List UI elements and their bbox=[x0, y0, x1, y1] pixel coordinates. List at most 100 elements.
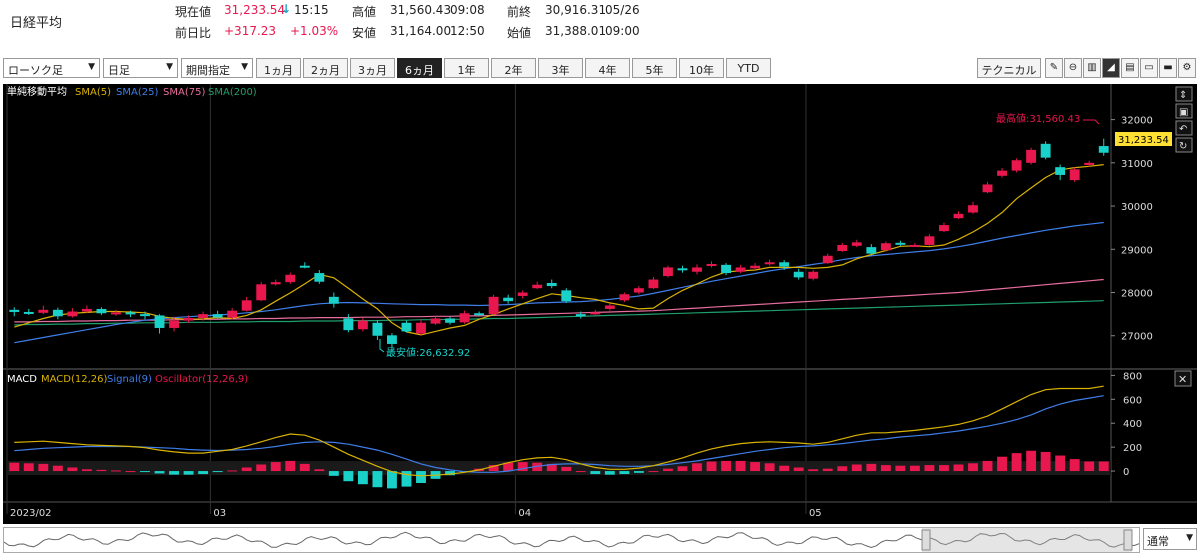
candle-body bbox=[67, 311, 78, 317]
candle-body bbox=[721, 264, 731, 274]
oscillator-bar bbox=[866, 463, 877, 472]
legend-sma200: SMA(200) bbox=[208, 87, 257, 98]
oscillator-bar bbox=[706, 461, 717, 472]
pencil-icon[interactable]: ✎ bbox=[1045, 58, 1063, 78]
candle-body bbox=[227, 310, 238, 318]
navigator-left-handle[interactable] bbox=[921, 529, 931, 551]
candle-body bbox=[750, 265, 761, 269]
candle-body bbox=[38, 309, 49, 313]
macd-tick-label: 400 bbox=[1123, 419, 1142, 430]
open-label: 始値 bbox=[507, 26, 532, 40]
oscillator-bar bbox=[924, 465, 935, 472]
oscillator-bar bbox=[1011, 453, 1022, 472]
price-tick-label: 29000 bbox=[1121, 245, 1153, 256]
period-button-3[interactable]: 6ヵ月 bbox=[397, 58, 442, 78]
navigator-window[interactable] bbox=[922, 528, 1132, 552]
candle-body bbox=[474, 313, 485, 316]
quote-header: 日経平均 現在値 31,233.54 ↓ 15:15 前日比 +317.23 +… bbox=[0, 0, 1200, 52]
candle-body bbox=[111, 312, 121, 315]
high-label: 高値 bbox=[352, 5, 377, 19]
oscillator-bar bbox=[183, 471, 194, 475]
candle-body bbox=[1069, 169, 1080, 181]
print-icon[interactable]: ▤ bbox=[1121, 58, 1139, 78]
technical-button[interactable]: テクニカル bbox=[977, 58, 1041, 78]
folder-icon[interactable]: ▬ bbox=[1159, 58, 1177, 78]
candle-body bbox=[503, 297, 514, 302]
candle-body bbox=[372, 322, 383, 336]
oscillator-bar bbox=[38, 463, 49, 472]
min-price-label: 最安値:26,632.92 bbox=[386, 346, 470, 359]
oscillator-bar bbox=[299, 463, 310, 472]
scale-mode-select[interactable]: 通常 ▼ bbox=[1143, 528, 1197, 550]
oscillator-bar bbox=[1040, 451, 1051, 472]
candle-body bbox=[851, 242, 862, 246]
oscillator-bar bbox=[604, 471, 615, 475]
chart-area[interactable]: 27000 28000 29000 30000 31000 32000 0 200 400 600… bbox=[3, 84, 1197, 524]
candle-body bbox=[793, 271, 804, 278]
settings-icon[interactable]: ⚙ bbox=[1178, 58, 1196, 78]
oscillator-bar bbox=[997, 456, 1007, 472]
oscillator-bar bbox=[1026, 450, 1037, 472]
candle-body bbox=[880, 243, 891, 251]
macd-legend-label: MACD bbox=[7, 374, 37, 385]
oscillator-bar bbox=[1069, 459, 1080, 472]
oscillator-bar bbox=[909, 465, 920, 472]
reset-icon: ↻ bbox=[1179, 141, 1187, 152]
period-button-9[interactable]: 10年 bbox=[679, 58, 724, 78]
oscillator-bar bbox=[939, 465, 949, 472]
candle-body bbox=[968, 205, 978, 213]
period-button-2[interactable]: 3ヵ月 bbox=[350, 58, 395, 78]
candle-body bbox=[939, 225, 949, 232]
candle-body bbox=[1055, 167, 1066, 175]
price-tick-label: 32000 bbox=[1121, 116, 1153, 127]
oscillator-bar bbox=[154, 471, 165, 474]
scale-mode-value: 通常 bbox=[1147, 535, 1169, 548]
navigator-right-handle[interactable] bbox=[1123, 529, 1133, 551]
period-button-4[interactable]: 1年 bbox=[444, 58, 489, 78]
interval-select[interactable]: 日足 ▼ bbox=[103, 58, 178, 78]
period-button-1[interactable]: 2ヵ月 bbox=[303, 58, 348, 78]
candle-body bbox=[604, 305, 615, 309]
chart-svg[interactable]: 27000 28000 29000 30000 31000 32000 0 200 400 600… bbox=[3, 84, 1197, 524]
candle-body bbox=[96, 308, 107, 314]
change-value: +317.23 bbox=[224, 24, 277, 38]
candle-body bbox=[779, 262, 790, 267]
candle-body bbox=[590, 312, 601, 315]
dropdown-arrow-icon: ▼ bbox=[241, 62, 248, 72]
candle-body bbox=[212, 314, 223, 318]
macd-tick-label: 0 bbox=[1123, 467, 1129, 478]
period-button-5[interactable]: 2年 bbox=[491, 58, 536, 78]
area-chart-icon[interactable]: ◢ bbox=[1102, 58, 1120, 78]
expand-icon: ⇕ bbox=[1179, 90, 1187, 101]
candle-body bbox=[924, 236, 935, 245]
period-button-10[interactable]: YTD bbox=[726, 58, 771, 78]
x-tick-label: 04 bbox=[518, 508, 531, 519]
period-button-0[interactable]: 1ヵ月 bbox=[256, 58, 301, 78]
chart-type-select[interactable]: ローソク足 ▼ bbox=[3, 58, 100, 78]
sma75-line bbox=[14, 278, 1104, 323]
period-select[interactable]: 期間指定 ▼ bbox=[181, 58, 253, 78]
oscillator-bar bbox=[779, 465, 790, 472]
zoom-icon[interactable]: ⊖ bbox=[1064, 58, 1082, 78]
folder-open-icon[interactable]: ▭ bbox=[1140, 58, 1158, 78]
candle-body bbox=[183, 318, 194, 321]
candle-body bbox=[241, 300, 252, 311]
period-button-8[interactable]: 5年 bbox=[632, 58, 677, 78]
oscillator-bar bbox=[648, 471, 659, 473]
candle-body bbox=[909, 244, 920, 247]
min-price-pointer bbox=[379, 339, 385, 353]
period-button-6[interactable]: 3年 bbox=[538, 58, 583, 78]
candle-body bbox=[532, 284, 543, 289]
candle-body bbox=[459, 313, 470, 323]
macd-tick-label: 200 bbox=[1123, 443, 1142, 454]
volume-icon[interactable]: ▥ bbox=[1083, 58, 1101, 78]
dropdown-arrow-icon: ▼ bbox=[88, 62, 95, 72]
oscillator-bar bbox=[822, 468, 833, 472]
candle-body bbox=[401, 322, 412, 332]
candle-body bbox=[1011, 160, 1022, 171]
period-button-7[interactable]: 4年 bbox=[585, 58, 630, 78]
navigator-svg[interactable] bbox=[3, 528, 1140, 552]
range-navigator[interactable] bbox=[3, 527, 1140, 553]
oscillator-bar bbox=[968, 463, 978, 472]
undo-icon: ↶ bbox=[1179, 124, 1187, 135]
